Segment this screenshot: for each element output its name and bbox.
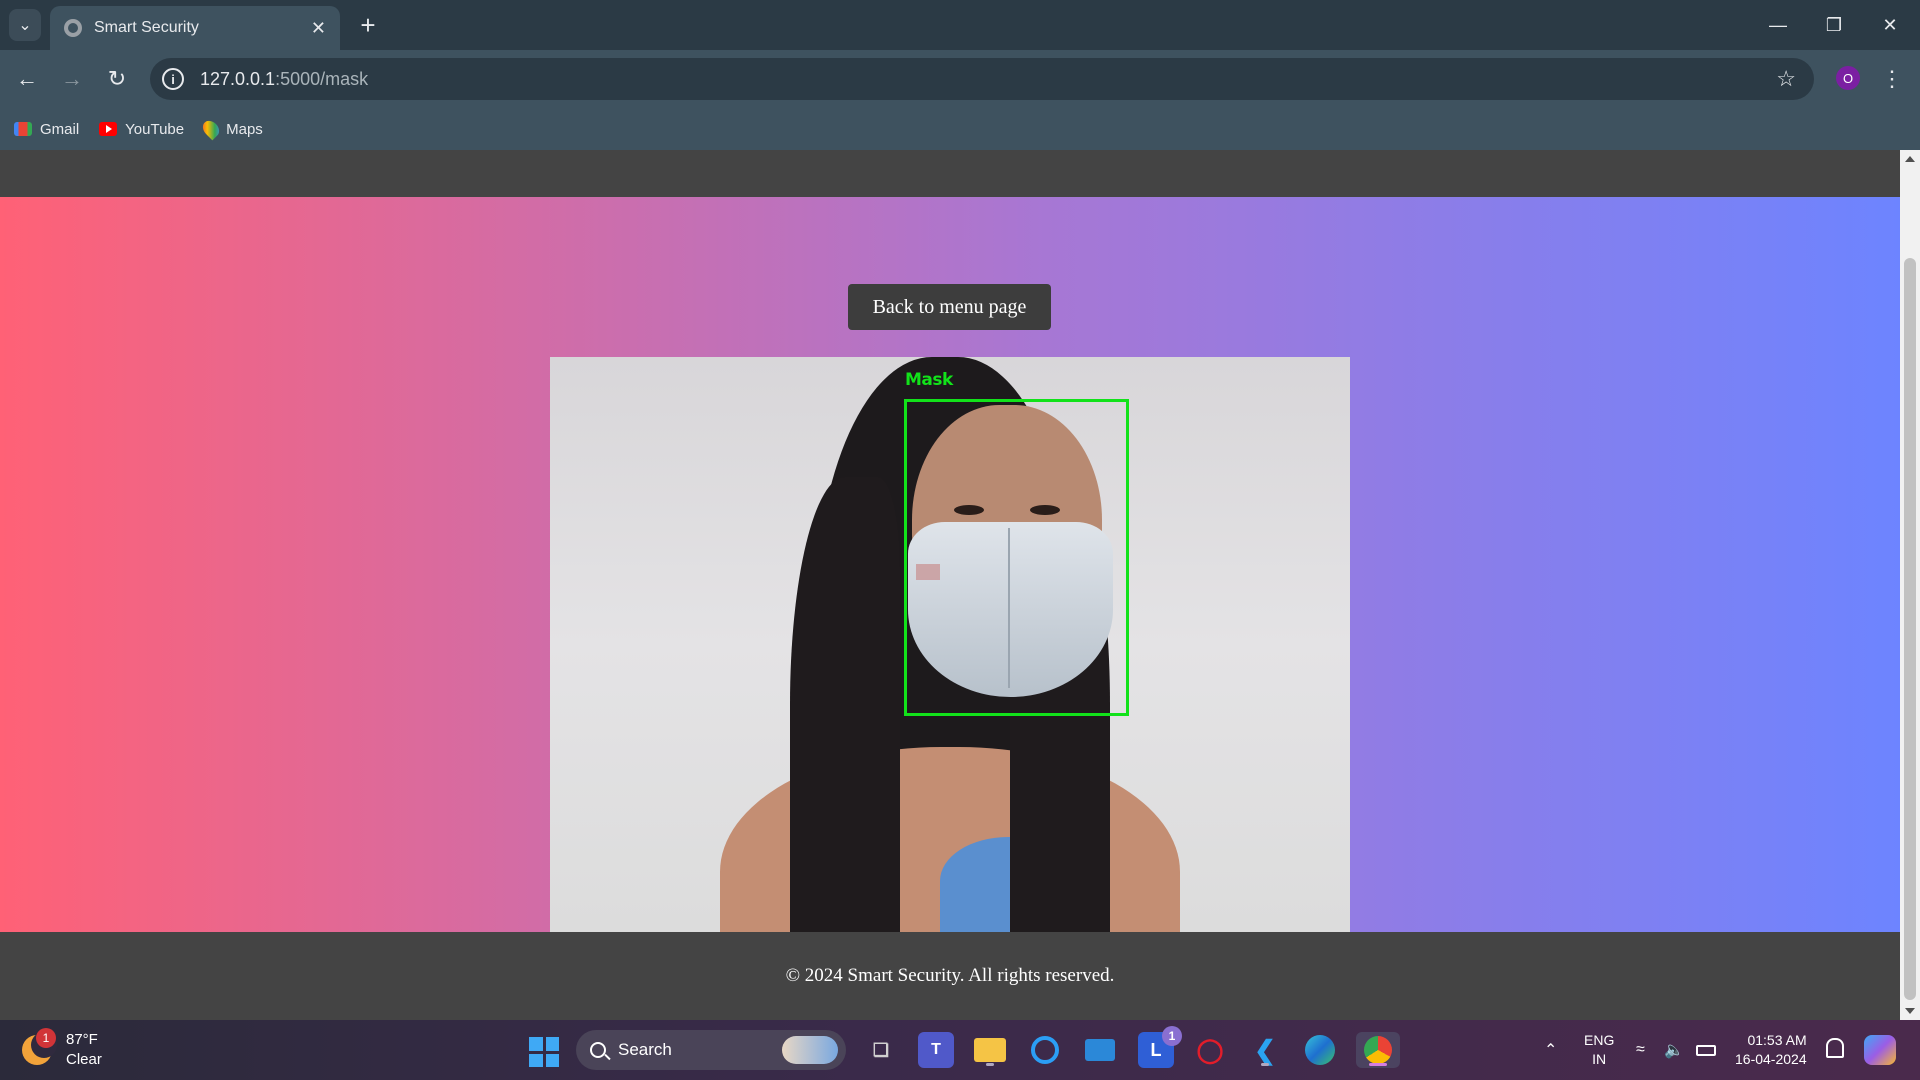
weather-text: 87°F Clear	[66, 1030, 102, 1070]
arrow-right-icon: →	[61, 66, 83, 91]
profile-avatar[interactable]: O	[1836, 66, 1860, 90]
mcafee-icon[interactable]: ◯	[1192, 1032, 1228, 1068]
taskbar-search[interactable]: Search	[576, 1030, 846, 1070]
new-tab-button[interactable]: +	[352, 9, 384, 41]
site-footer: © 2024 Smart Security. All rights reserv…	[0, 932, 1900, 1020]
reload-button[interactable]: ↻	[100, 62, 134, 96]
globe-icon	[64, 19, 82, 37]
vscode-icon[interactable]: ❮	[1247, 1032, 1283, 1068]
notification-bell-icon[interactable]	[1826, 1038, 1844, 1058]
gmail-icon	[14, 122, 32, 136]
bookmark-label: Maps	[226, 120, 263, 138]
app-l-icon[interactable]: L 1	[1138, 1026, 1182, 1068]
scroll-down-icon[interactable]	[1905, 1008, 1915, 1014]
back-to-menu-button[interactable]: Back to menu page	[848, 284, 1051, 330]
weather-temp: 87°F	[66, 1031, 98, 1048]
cortana-icon[interactable]	[1027, 1032, 1063, 1068]
edge-icon[interactable]	[1302, 1032, 1338, 1068]
volume-icon[interactable]: 🔈	[1664, 1020, 1684, 1080]
page-viewport: Back to menu page Mask © 2024 Smart Secu…	[0, 150, 1900, 1020]
scroll-thumb[interactable]	[1904, 258, 1916, 1000]
detection-label: Mask	[905, 370, 953, 390]
more-menu-icon[interactable]: ⋮	[1881, 62, 1903, 96]
address-bar[interactable]: i 127.0.0.1:5000/mask ☆	[150, 58, 1814, 100]
clock-time: 01:53 AM	[1747, 1032, 1807, 1048]
clock-date: 16-04-2024	[1735, 1051, 1807, 1067]
windows-start-icon[interactable]	[529, 1037, 559, 1067]
feed-hair-left	[790, 477, 900, 932]
app-badge: 1	[1162, 1026, 1182, 1046]
arrow-left-icon: ←	[16, 66, 38, 91]
close-window-button[interactable]: ✕	[1862, 0, 1918, 50]
weather-widget[interactable]: 1 87°F Clear	[22, 1028, 102, 1070]
bookmarks-bar: Gmail YouTube Maps	[0, 108, 1920, 150]
file-explorer-icon[interactable]	[972, 1032, 1008, 1068]
restore-icon: ❐	[1825, 14, 1843, 35]
tab-active[interactable]: Smart Security ✕	[50, 6, 340, 50]
teams-icon[interactable]: T	[918, 1032, 954, 1068]
minimize-button[interactable]: —	[1750, 0, 1806, 50]
footer-text: © 2024 Smart Security. All rights reserv…	[785, 965, 1115, 986]
taskbar: 1 87°F Clear Search ❏ T L 1 ◯ ❮ ⌃ ENG IN…	[0, 1020, 1920, 1080]
wifi-icon[interactable]: ≈	[1636, 1020, 1645, 1080]
url-path: :5000/mask	[275, 68, 369, 89]
search-icon	[590, 1042, 606, 1058]
star-icon[interactable]: ☆	[1776, 66, 1796, 92]
weather-badge: 1	[36, 1028, 56, 1048]
chevron-down-icon: ⌄	[18, 17, 32, 34]
webcam-feed: Mask	[550, 357, 1350, 932]
restore-button[interactable]: ❐	[1806, 0, 1862, 50]
detection-box	[904, 399, 1129, 716]
weather-desc: Clear	[66, 1051, 102, 1068]
show-hidden-icons[interactable]: ⌃	[1544, 1020, 1557, 1080]
page-scrollbar[interactable]	[1900, 150, 1920, 1020]
reload-icon: ↻	[107, 66, 127, 91]
tab-search-button[interactable]: ⌄	[9, 9, 41, 41]
plus-icon: +	[360, 9, 376, 40]
maps-icon	[199, 117, 223, 141]
site-header	[0, 150, 1900, 197]
chrome-icon[interactable]	[1356, 1032, 1400, 1068]
bookmark-label: Gmail	[40, 120, 80, 138]
back-nav-button[interactable]: ←	[10, 62, 44, 96]
close-icon: ✕	[1882, 14, 1898, 35]
mail-icon[interactable]	[1082, 1032, 1118, 1068]
minimize-icon: —	[1769, 14, 1787, 35]
chevron-up-icon: ⌃	[1544, 1042, 1558, 1059]
copilot-icon[interactable]	[1864, 1035, 1896, 1065]
lang-line1: ENG	[1584, 1032, 1615, 1048]
close-icon[interactable]: ✕	[311, 18, 326, 39]
scroll-up-icon[interactable]	[1905, 156, 1915, 162]
url-host: 127.0.0.1	[200, 68, 276, 89]
search-highlight-icon	[782, 1036, 838, 1064]
language-indicator[interactable]: ENG IN	[1584, 1031, 1614, 1069]
task-view-icon[interactable]: ❏	[863, 1032, 899, 1068]
bookmark-maps[interactable]: Maps	[199, 117, 263, 141]
bookmark-youtube[interactable]: YouTube	[99, 121, 184, 138]
lang-line2: IN	[1592, 1051, 1607, 1067]
battery-icon[interactable]	[1696, 1020, 1716, 1080]
taskbar-search-label: Search	[618, 1040, 672, 1059]
tab-strip: ⌄ Smart Security ✕ + — ❐ ✕	[0, 0, 1920, 50]
bookmark-label: YouTube	[125, 120, 185, 138]
hero-section: Back to menu page Mask	[0, 197, 1900, 932]
browser-toolbar: ← → ↻ i 127.0.0.1:5000/mask ☆ O ⋮	[0, 50, 1920, 108]
tab-title: Smart Security	[94, 19, 199, 36]
info-icon[interactable]: i	[162, 68, 184, 90]
clock[interactable]: 01:53 AM 16-04-2024	[1735, 1031, 1807, 1069]
bookmark-gmail[interactable]: Gmail	[14, 121, 79, 138]
forward-nav-button[interactable]: →	[55, 62, 89, 96]
youtube-icon	[99, 122, 118, 136]
